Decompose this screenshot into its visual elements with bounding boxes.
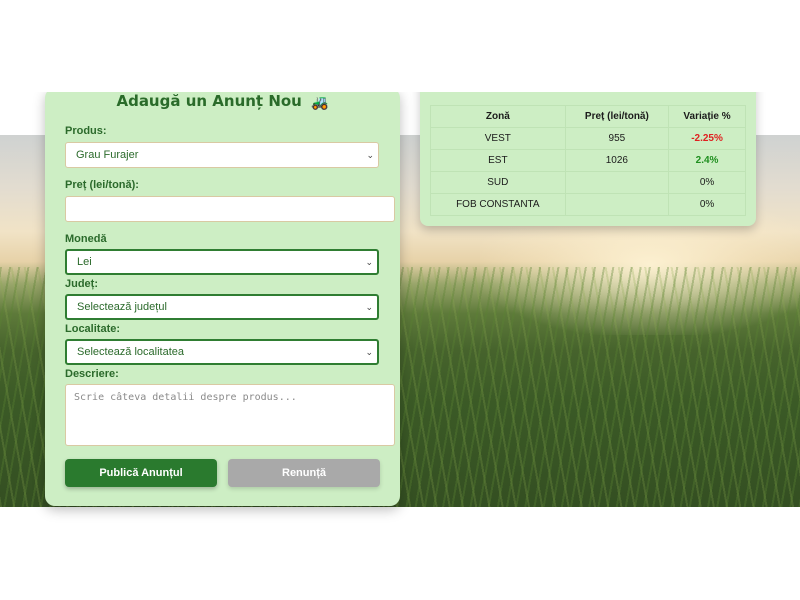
variation-cell: 0% xyxy=(668,193,746,216)
locality-select-value: Selectează localitatea xyxy=(77,346,185,358)
table-row: SUD 0% xyxy=(430,171,746,194)
price-cell xyxy=(564,193,670,216)
county-select[interactable]: Selectează județul ⌄ xyxy=(65,294,379,320)
price-cell: 955 xyxy=(564,127,670,150)
cancel-button[interactable]: Renunță xyxy=(228,459,380,487)
variation-cell: -2.25% xyxy=(668,127,746,150)
price-label: Preț (lei/tonă): xyxy=(65,179,139,191)
product-label: Produs: xyxy=(65,125,107,137)
product-select[interactable]: Grau Furajer ⌄ xyxy=(65,142,379,168)
price-cell: 1026 xyxy=(564,149,670,172)
form-title-text: Adaugă un Anunț Nou xyxy=(116,92,302,110)
zone-cell: EST xyxy=(430,149,566,172)
chevron-down-icon: ⌄ xyxy=(366,150,374,160)
price-table: Zonă Preț (lei/tonă) Variație % VEST 955… xyxy=(430,105,746,216)
page: Zonă Preț (lei/tonă) Variație % VEST 955… xyxy=(0,0,800,600)
variation-cell: 0% xyxy=(668,171,746,194)
locality-label: Localitate: xyxy=(65,323,121,335)
description-textarea[interactable]: Scrie câteva detalii despre produs... xyxy=(65,384,395,446)
table-row: VEST 955 -2.25% xyxy=(430,127,746,150)
zone-cell: SUD xyxy=(430,171,566,194)
chevron-down-icon: ⌄ xyxy=(365,347,373,357)
price-cell xyxy=(564,171,670,194)
price-table-card: Zonă Preț (lei/tonă) Variație % VEST 955… xyxy=(420,74,756,226)
chevron-down-icon: ⌄ xyxy=(365,257,373,267)
add-listing-form: Adaugă un Anunț Nou 🚜 Produs: Grau Furaj… xyxy=(45,88,400,506)
chevron-down-icon: ⌄ xyxy=(365,302,373,312)
publish-button[interactable]: Publică Anunțul xyxy=(65,459,217,487)
currency-label: Monedă xyxy=(65,233,107,245)
tractor-icon: 🚜 xyxy=(311,95,329,111)
zone-cell: FOB CONSTANTA xyxy=(430,193,566,216)
price-input[interactable] xyxy=(65,196,395,222)
currency-select[interactable]: Lei ⌄ xyxy=(65,249,379,275)
top-whitespace xyxy=(0,0,800,92)
header-price: Preț (lei/tonă) xyxy=(564,105,670,128)
table-row: FOB CONSTANTA 0% xyxy=(430,193,746,216)
table-row: EST 1026 2.4% xyxy=(430,149,746,172)
header-variation: Variație % xyxy=(668,105,746,128)
header-zone: Zonă xyxy=(430,105,566,128)
price-table-header-row: Zonă Preț (lei/tonă) Variație % xyxy=(430,105,746,128)
locality-select[interactable]: Selectează localitatea ⌄ xyxy=(65,339,379,365)
county-select-value: Selectează județul xyxy=(77,301,167,313)
form-title: Adaugă un Anunț Nou 🚜 xyxy=(45,92,400,111)
zone-cell: VEST xyxy=(430,127,566,150)
county-label: Județ: xyxy=(65,278,98,290)
currency-select-value: Lei xyxy=(77,256,92,268)
description-label: Descriere: xyxy=(65,368,119,380)
product-select-value: Grau Furajer xyxy=(76,149,139,161)
variation-cell: 2.4% xyxy=(668,149,746,172)
